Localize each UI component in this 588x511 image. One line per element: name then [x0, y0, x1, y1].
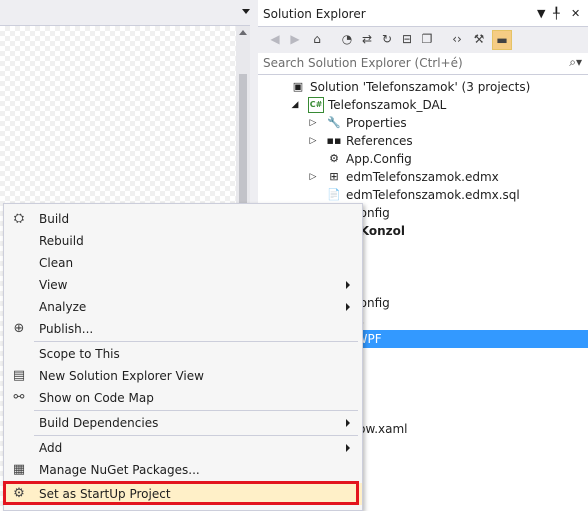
- tree-item[interactable]: ▷ 🔧 Properties: [258, 114, 588, 132]
- copy-icon[interactable]: ❐: [418, 30, 436, 48]
- close-icon[interactable]: ✕: [571, 7, 580, 20]
- references-icon: ▪▪: [326, 134, 342, 147]
- menu-item-clean[interactable]: Clean: [4, 252, 362, 274]
- tree-item[interactable]: ▷ ⊞ edmTelefonszamok.edmx: [258, 168, 588, 186]
- tree-item-label: Properties: [346, 116, 407, 130]
- tree-item[interactable]: ◢ C# Telefonszamok_DAL: [258, 96, 588, 114]
- config-file-icon: ⚙: [329, 152, 339, 165]
- menu-item-new-solution-explorer-view[interactable]: ▤ New Solution Explorer View: [4, 365, 362, 387]
- editor-tab-strip: [0, 0, 256, 26]
- code-map-icon: ⚯: [13, 390, 25, 405]
- build-icon: ⛭: [13, 211, 25, 226]
- menu-separator: [34, 410, 358, 411]
- pin-icon[interactable]: ╀: [553, 7, 560, 20]
- refresh-icon[interactable]: ↻: [378, 30, 396, 48]
- menu-item-label: Add: [39, 441, 63, 455]
- tree-item[interactable]: ▣ Solution 'Telefonszamok' (3 projects): [258, 78, 588, 96]
- menu-item-label: Build: [39, 212, 70, 226]
- menu-item-label: New Solution Explorer View: [39, 369, 204, 383]
- preview-icon[interactable]: ▬: [492, 30, 512, 50]
- submenu-arrow-icon: [346, 444, 350, 452]
- solution-explorer-search[interactable]: Search Solution Explorer (Ctrl+é) ⌕▾: [258, 53, 588, 75]
- forward-icon[interactable]: ▶: [286, 30, 304, 48]
- highlight-annotation: [3, 481, 359, 505]
- new-view-icon: ▤: [12, 368, 26, 383]
- window-position-icon[interactable]: ▼: [537, 7, 545, 20]
- expand-arrow-icon[interactable]: ▷: [308, 114, 318, 132]
- scroll-up-icon[interactable]: [239, 30, 247, 35]
- menu-item-label: Scope to This: [39, 347, 120, 361]
- nuget-icon: ▦: [12, 462, 26, 477]
- back-icon[interactable]: ◀: [266, 30, 284, 48]
- menu-item-label: Build Dependencies: [39, 416, 159, 430]
- tree-item-label: Telefonszamok_DAL: [328, 98, 447, 112]
- submenu-arrow-icon: [346, 281, 350, 289]
- submenu-arrow-icon: [346, 303, 350, 311]
- expand-arrow-icon[interactable]: ▷: [308, 168, 318, 186]
- solution-explorer-title: Solution Explorer: [263, 7, 366, 21]
- sql-file-icon: 📄: [327, 188, 341, 201]
- menu-item-label: Publish...: [39, 322, 94, 336]
- view-code-icon[interactable]: ‹›: [448, 30, 466, 48]
- solution-icon: ▣: [292, 80, 304, 93]
- home-icon[interactable]: ⌂: [308, 30, 326, 48]
- csharp-project-icon: C#: [308, 97, 324, 113]
- tree-item-label: References: [346, 134, 413, 148]
- history-icon[interactable]: ◔: [338, 30, 356, 48]
- tree-item[interactable]: 📄 edmTelefonszamok.edmx.sql: [258, 186, 588, 204]
- menu-item-label: Manage NuGet Packages...: [39, 463, 200, 477]
- edmx-icon: ⊞: [329, 170, 339, 183]
- submenu-arrow-icon: [346, 419, 350, 427]
- menu-item-build[interactable]: ⛭ Build: [4, 208, 362, 230]
- properties-icon[interactable]: ⚒: [470, 30, 488, 48]
- expand-arrow-icon[interactable]: ▷: [308, 132, 318, 150]
- chevron-down-icon[interactable]: [242, 9, 250, 14]
- menu-item-label: Rebuild: [39, 234, 84, 248]
- tree-item-label: Solution 'Telefonszamok' (3 projects): [310, 80, 531, 94]
- menu-separator: [34, 341, 358, 342]
- menu-item-label: View: [39, 278, 68, 292]
- menu-item-label: Show on Code Map: [39, 391, 154, 405]
- tree-item-label: App.Config: [346, 152, 412, 166]
- menu-item-add[interactable]: Add: [4, 437, 362, 459]
- context-menu: ⛭ Build Rebuild Clean View Analyze ⊕ Publish...…: [3, 203, 363, 511]
- search-input[interactable]: Search Solution Explorer (Ctrl+é): [263, 56, 463, 70]
- collapse-all-icon[interactable]: ⊟: [398, 30, 416, 48]
- wrench-icon: 🔧: [327, 116, 341, 129]
- publish-icon: ⊕: [13, 321, 25, 336]
- menu-item-scope-to-this[interactable]: Scope to This: [4, 343, 362, 365]
- menu-item-rebuild[interactable]: Rebuild: [4, 230, 362, 252]
- menu-item-view[interactable]: View: [4, 274, 362, 296]
- tree-item-label: edmTelefonszamok.edmx: [346, 170, 499, 184]
- menu-item-analyze[interactable]: Analyze: [4, 296, 362, 318]
- menu-item-label: Analyze: [39, 300, 87, 314]
- tree-item-label: edmTelefonszamok.edmx.sql: [346, 188, 520, 202]
- menu-item-manage-nuget-packages[interactable]: ▦ Manage NuGet Packages...: [4, 459, 362, 481]
- solution-explorer-toolbar: ◀ ▶ ⌂ ◔ ⇄ ↻ ⊟ ❐ ‹› ⚒ ▬: [258, 26, 588, 54]
- menu-separator: [34, 435, 358, 436]
- solution-explorer-titlebar: Solution Explorer ▼ ╀ ✕: [258, 4, 588, 25]
- menu-item-build-dependencies[interactable]: Build Dependencies: [4, 412, 362, 434]
- tree-item[interactable]: ▷ ▪▪ References: [258, 132, 588, 150]
- search-icon[interactable]: ⌕▾: [569, 55, 582, 70]
- collapse-arrow-icon[interactable]: ◢: [290, 96, 300, 114]
- menu-item-show-on-code-map[interactable]: ⚯ Show on Code Map: [4, 387, 362, 409]
- menu-item-label: Clean: [39, 256, 74, 270]
- sync-icon[interactable]: ⇄: [358, 30, 376, 48]
- menu-item-publish[interactable]: ⊕ Publish...: [4, 318, 362, 340]
- tree-item[interactable]: ⚙ App.Config: [258, 150, 588, 168]
